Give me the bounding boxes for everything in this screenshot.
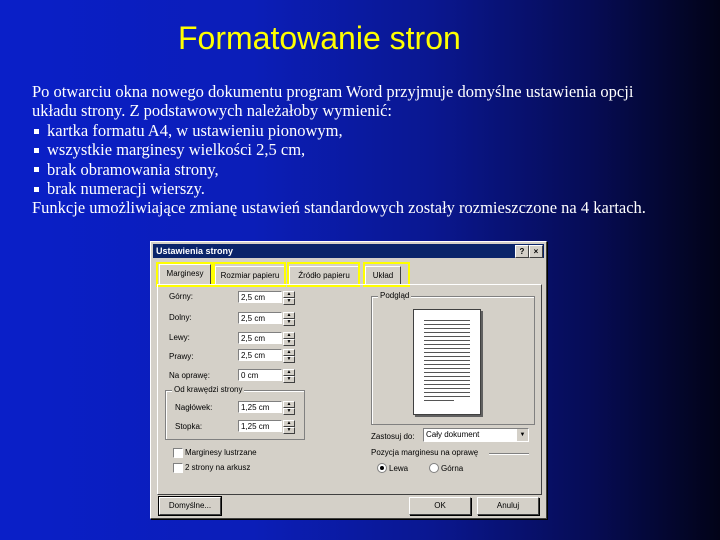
close-button[interactable]: × <box>529 245 543 258</box>
header-distance-spinner[interactable]: ▲ ▼ <box>283 401 295 415</box>
cancel-button[interactable]: Anuluj <box>477 497 539 515</box>
dialog-titlebar: Ustawienia strony ? × <box>153 244 544 258</box>
bottom-margin-spinner[interactable]: ▲ ▼ <box>283 312 295 326</box>
top-margin-spinner[interactable]: ▲ ▼ <box>283 291 295 305</box>
bullet-item: wszystkie marginesy wielkości 2,5 cm, <box>32 140 720 159</box>
paragraph-line: układu strony. Z podstawowych należałoby… <box>32 101 393 121</box>
chevron-down-icon[interactable]: ▼ <box>516 429 528 441</box>
footer-distance-spinner[interactable]: ▲ ▼ <box>283 420 295 434</box>
page-setup-dialog: Ustawienia strony ? × Marginesy Rozmiar … <box>150 241 547 519</box>
gutter-top-radio[interactable] <box>429 463 439 473</box>
apply-to-select[interactable]: Cały dokument ▼ <box>423 428 529 442</box>
left-margin-label: Lewy: <box>169 333 190 342</box>
edge-group-title: Od krawędzi strony <box>172 385 245 394</box>
footer-distance-field[interactable]: 1,25 cm <box>238 420 282 432</box>
paragraph-line: Po otwarciu okna nowego dokumentu progra… <box>32 82 634 101</box>
bullet-icon <box>34 167 39 173</box>
slide-body: Po otwarciu okna nowego dokumentu progra… <box>32 82 720 218</box>
bullet-icon <box>34 186 39 192</box>
bullet-item: brak numeracji wierszy. <box>32 179 720 198</box>
two-pages-checkbox[interactable] <box>173 463 183 473</box>
gutter-top-label: Górna <box>441 464 464 473</box>
page-preview <box>413 309 481 415</box>
bullet-item: brak obramowania strony, <box>32 160 720 179</box>
two-pages-label: 2 strony na arkusz <box>185 463 251 472</box>
dialog-title: Ustawienia strony <box>156 246 234 256</box>
gutter-label: Na oprawę: <box>169 371 210 380</box>
help-button[interactable]: ? <box>515 245 529 258</box>
left-margin-spinner[interactable]: ▲ ▼ <box>283 332 295 346</box>
default-button[interactable]: Domyślne... <box>158 496 222 516</box>
apply-to-value: Cały dokument <box>426 430 480 439</box>
footer-label: Stopka: <box>175 422 203 431</box>
tab-marginesy[interactable]: Marginesy <box>159 264 211 284</box>
gutter-position-label: Pozycja marginesu na oprawę <box>371 448 479 457</box>
bottom-margin-label: Dolny: <box>169 313 192 322</box>
divider <box>489 453 529 455</box>
bullet-item: kartka formatu A4, w ustawieniu pionowym… <box>32 121 720 140</box>
header-distance-field[interactable]: 1,25 cm <box>238 401 282 413</box>
left-margin-field[interactable]: 2,5 cm <box>238 332 282 344</box>
mirror-margins-checkbox[interactable] <box>173 448 183 458</box>
apply-to-label: Zastosuj do: <box>371 432 415 441</box>
gutter-field[interactable]: 0 cm <box>238 369 282 381</box>
closing-line: Funkcje umożliwiające zmianę ustawień st… <box>32 198 646 218</box>
gutter-left-radio[interactable] <box>377 463 387 473</box>
bullet-icon <box>34 128 39 134</box>
right-margin-spinner[interactable]: ▲ ▼ <box>283 349 295 363</box>
header-label: Nagłówek: <box>175 403 213 412</box>
ok-button[interactable]: OK <box>409 497 471 515</box>
right-margin-field[interactable]: 2,5 cm <box>238 349 282 361</box>
gutter-spinner[interactable]: ▲ ▼ <box>283 369 295 383</box>
gutter-left-label: Lewa <box>389 464 409 473</box>
bullet-icon <box>34 147 39 153</box>
mirror-margins-label: Marginesy lustrzane <box>185 448 257 457</box>
top-margin-label: Górny: <box>169 292 194 301</box>
slide-title: Formatowanie stron <box>178 20 461 56</box>
right-margin-label: Prawy: <box>169 352 194 361</box>
top-margin-field[interactable]: 2,5 cm <box>238 291 282 303</box>
preview-label: Podgląd <box>378 291 412 300</box>
bottom-margin-field[interactable]: 2,5 cm <box>238 312 282 324</box>
